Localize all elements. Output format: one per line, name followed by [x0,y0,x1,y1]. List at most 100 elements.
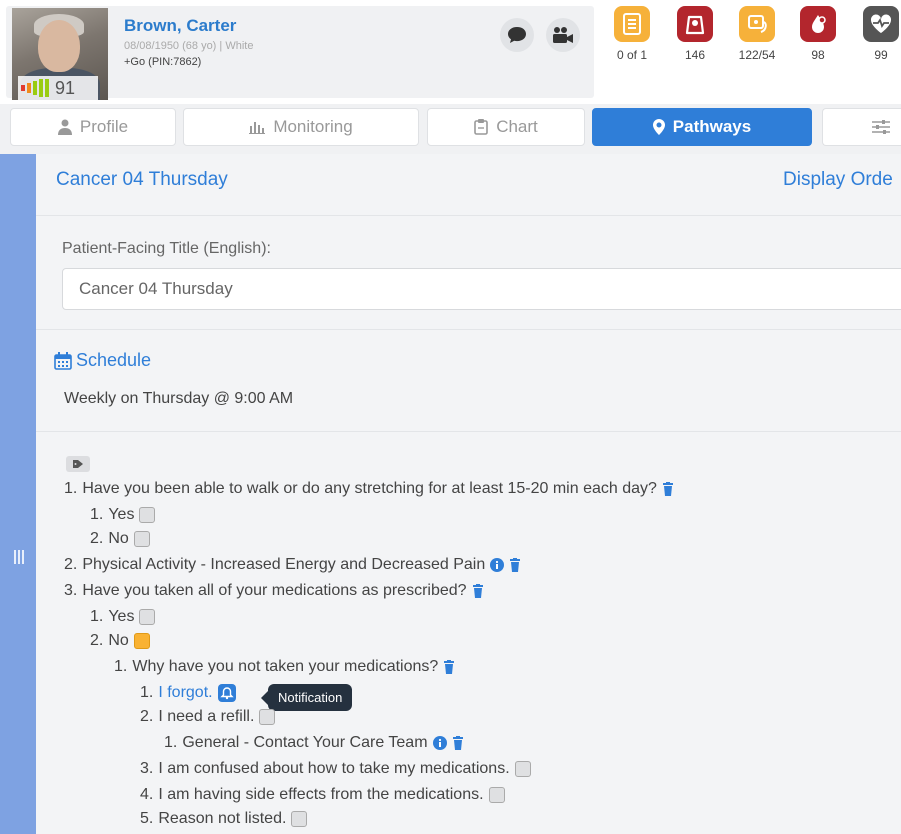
question-item: 1. Have you been able to walk or do any … [64,480,674,498]
info-icon[interactable] [432,736,447,750]
trash-icon[interactable] [662,482,674,496]
answer-item: 2. No [90,632,150,650]
video-call-button[interactable] [546,18,580,52]
content-item: 1. General - Contact Your Care Team [164,734,464,752]
item-number: 2. [90,530,104,547]
question-text[interactable]: Why have you not taken your medications? [132,658,438,676]
content-text[interactable]: General - Contact Your Care Team [182,734,427,752]
stat-heart-rate[interactable]: 99 [851,6,901,62]
tab-chart[interactable]: Chart [427,108,585,146]
chat-bubble-icon [508,27,526,43]
trash-icon[interactable] [509,558,521,572]
stat-blood-pressure-value: 122/54 [738,48,776,62]
answer-item: 3. I am confused about how to take my me… [140,760,531,778]
schedule-text: Weekly on Thursday @ 9:00 AM [64,390,294,407]
item-number: 1. [90,506,104,523]
schedule-link[interactable]: Schedule [54,350,151,371]
tab-profile[interactable]: Profile [10,108,176,146]
tag-button[interactable] [66,456,90,472]
item-number: 1. [114,658,128,675]
drag-handle-icon[interactable] [14,550,24,564]
question-text[interactable]: Have you taken all of your medications a… [82,582,466,600]
answer-text[interactable]: I am confused about how to take my medic… [158,760,509,778]
calendar-icon [54,351,72,370]
stat-heart-rate-value: 99 [874,48,888,62]
trash-icon[interactable] [472,584,484,598]
pathway-title-bar: Cancer 04 Thursday Display Orde [36,154,901,216]
stat-oxygen-value: 98 [811,48,825,62]
stat-oxygen[interactable]: 98 [788,6,848,62]
weight-scale-icon [677,6,713,42]
stat-blood-pressure[interactable]: 122/54 [727,6,787,62]
sliders-icon [872,120,890,134]
answer-flag-button[interactable] [133,633,150,649]
answer-text[interactable]: I am having side effects from the medica… [158,786,483,804]
content-text[interactable]: Physical Activity - Increased Energy and… [82,556,485,574]
answer-action-button[interactable] [133,531,150,547]
tab-monitoring[interactable]: Monitoring [183,108,419,146]
question-item: 1. Why have you not taken your medicatio… [114,658,455,676]
patient-facing-title-label: Patient-Facing Title (English): [62,240,271,257]
person-icon [57,119,72,135]
question-tree: 1. Have you been able to walk or do any … [36,432,901,834]
pathway-title-link[interactable]: Cancer 04 Thursday [56,169,228,191]
stat-weight[interactable]: 146 [665,6,725,62]
patient-facing-title-input[interactable]: Cancer 04 Thursday [62,268,901,310]
answer-action-button[interactable] [488,787,505,803]
tag-icon [73,460,83,468]
bar-chart-icon [249,122,266,134]
tab-pathways[interactable]: Pathways [592,108,812,146]
item-number: 2. [140,708,154,725]
panel-resize-strip[interactable] [0,154,36,834]
tab-pathways-label: Pathways [672,117,752,136]
tab-profile-label: Profile [79,117,129,136]
item-number: 2. [64,556,78,573]
item-number: 1. [64,480,78,497]
item-number: 1. [164,734,178,751]
item-number: 2. [90,632,104,649]
schedule-label: Schedule [76,350,152,370]
info-icon[interactable] [490,558,505,572]
answer-text[interactable]: I need a refill. [158,708,254,726]
stat-weight-value: 146 [684,48,706,62]
trash-icon[interactable] [452,736,464,750]
question-text[interactable]: Have you been able to walk or do any str… [82,480,657,498]
video-camera-icon [553,27,573,43]
tab-bar: Profile Monitoring Chart Pathways [0,104,901,154]
answer-text[interactable]: Yes [108,608,134,626]
answer-item: 2. I need a refill. [140,708,276,726]
patient-name[interactable]: Brown, Carter [124,16,236,36]
answer-action-button[interactable] [139,609,156,625]
answer-action-button[interactable] [291,811,308,827]
answer-text[interactable]: Reason not listed. [158,810,286,828]
map-pin-icon [652,119,665,135]
stat-tasks[interactable]: 0 of 1 [602,6,662,62]
answer-action-button[interactable] [139,507,156,523]
risk-score-indicator: 91 [18,76,98,100]
display-order-link[interactable]: Display Orde [783,169,893,191]
clipboard-icon [474,119,489,135]
heart-rate-icon [863,6,899,42]
answer-action-button[interactable] [514,761,531,777]
answer-item: 4. I am having side effects from the med… [140,786,505,804]
chat-button[interactable] [500,18,534,52]
blood-drop-icon [800,6,836,42]
tab-settings[interactable] [822,108,901,146]
patient-facing-title-section: Patient-Facing Title (English): Cancer 0… [36,216,901,330]
answer-text[interactable]: No [108,632,128,650]
answer-text[interactable]: No [108,530,128,548]
stat-tasks-value: 0 of 1 [616,48,648,62]
patient-dob: 08/08/1950 (68 yo) | White [124,40,254,52]
tab-monitoring-label: Monitoring [273,117,353,136]
item-number: 5. [140,810,154,827]
tab-chart-label: Chart [496,117,538,136]
notification-bell-icon[interactable] [217,684,236,702]
item-number: 3. [64,582,78,599]
answer-item: 1. Yes [90,506,156,524]
answer-action-button[interactable] [259,709,276,725]
trash-icon[interactable] [443,660,455,674]
patient-header: 91 Brown, Carter 08/08/1950 (68 yo) | Wh… [0,0,901,104]
pathway-editor: Cancer 04 Thursday Display Orde Patient-… [36,154,901,834]
answer-text[interactable]: Yes [108,506,134,524]
answer-text[interactable]: I forgot. [158,684,212,702]
